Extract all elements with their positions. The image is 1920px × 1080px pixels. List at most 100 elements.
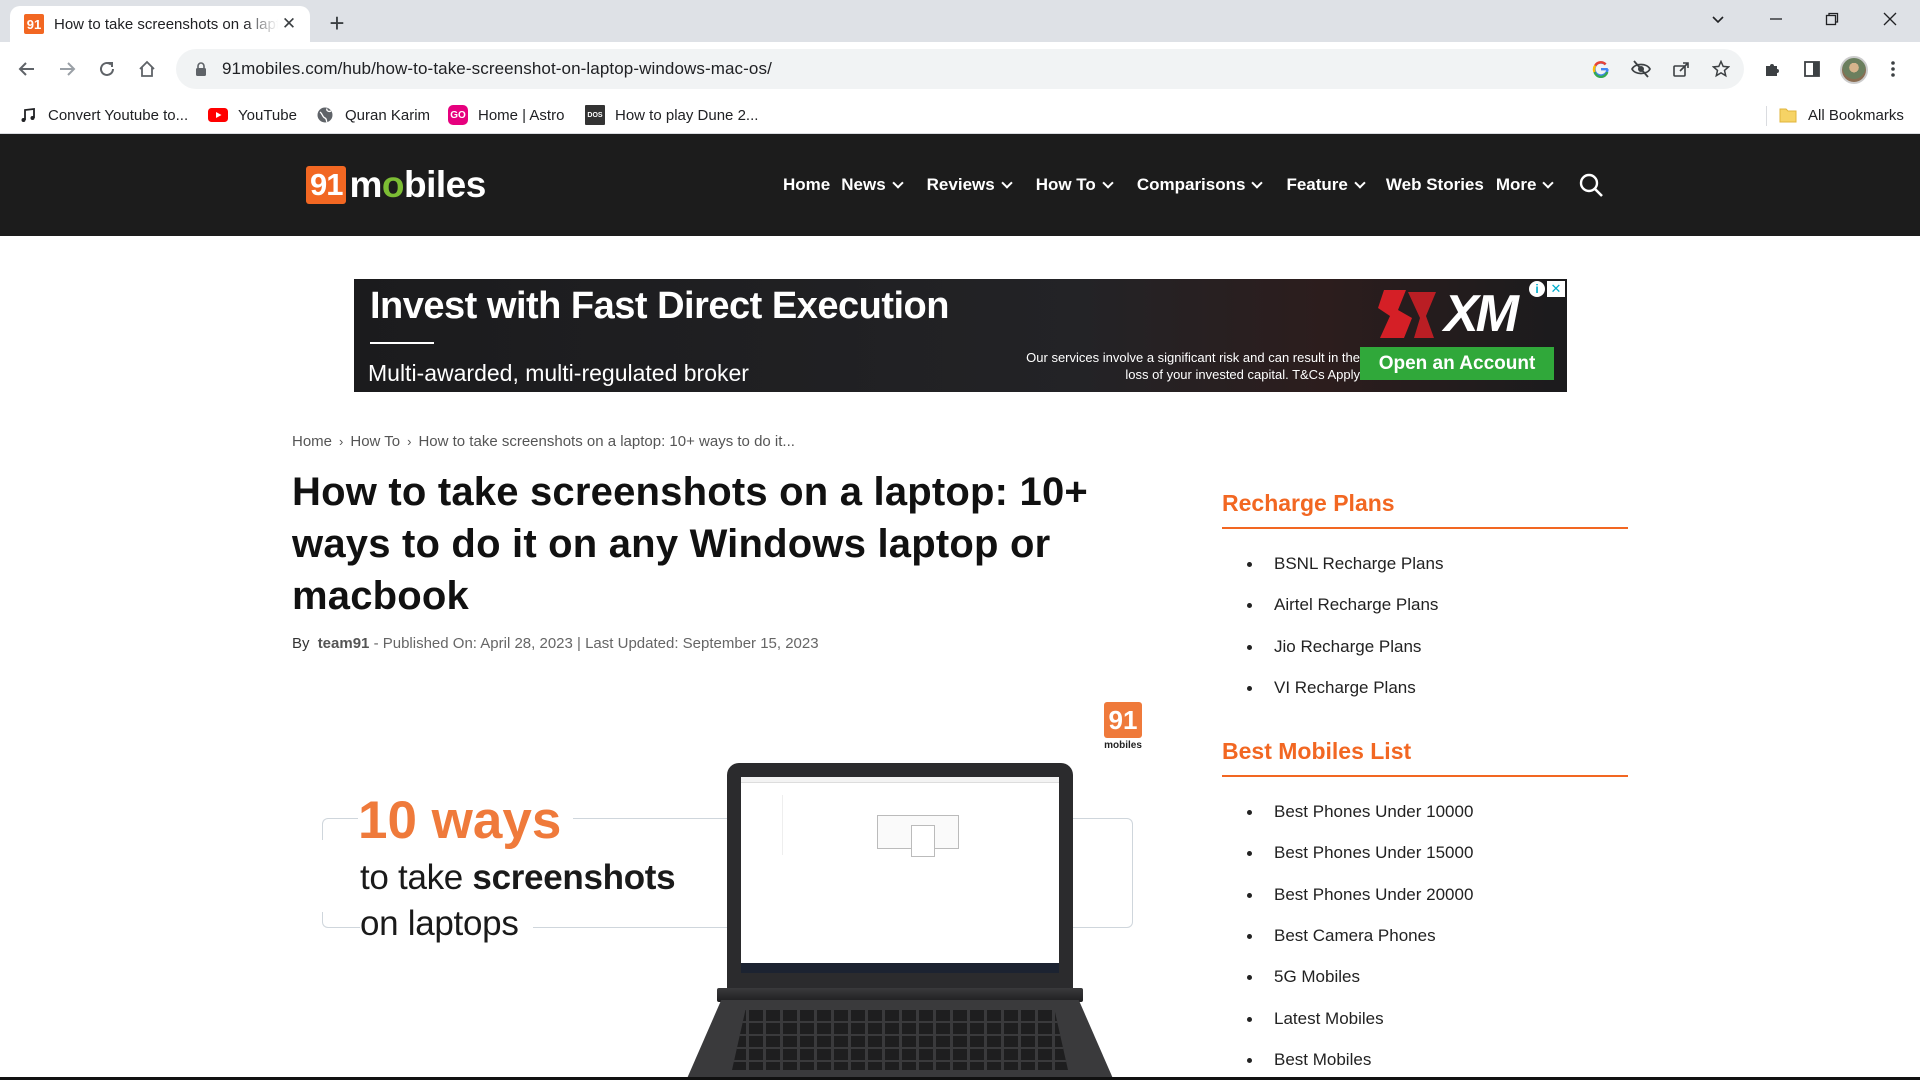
hero-subheading: to take screenshots <box>360 858 676 897</box>
hero-heading: 10 ways <box>358 790 574 851</box>
dos-icon: DOS <box>585 105 605 125</box>
bookmarks-separator <box>1766 106 1767 126</box>
ad-brand-logo: XM <box>1378 285 1519 343</box>
best-mobiles-heading: Best Mobiles List <box>1222 738 1628 778</box>
browser-tabstrip: 91 How to take screenshots on a laptop: … <box>0 0 1920 42</box>
eye-slash-icon[interactable] <box>1628 56 1654 82</box>
list-item[interactable]: Best Mobiles <box>1247 1049 1628 1080</box>
bookmarks-bar: Convert Youtube to... YouTube Quran Kari… <box>0 96 1920 134</box>
share-icon[interactable] <box>1668 56 1694 82</box>
nav-reviews[interactable]: Reviews <box>927 175 1013 195</box>
tab-search-icon[interactable] <box>1698 0 1738 38</box>
minimize-icon[interactable] <box>1756 0 1796 38</box>
list-item[interactable]: Best Phones Under 15000 <box>1247 842 1628 883</box>
chevron-down-icon <box>1251 177 1264 189</box>
article-byline: By team91 - Published On: April 28, 2023… <box>292 635 819 652</box>
close-tab-icon[interactable]: ✕ <box>278 13 300 35</box>
list-item[interactable]: Best Phones Under 10000 <box>1247 801 1628 842</box>
list-item[interactable]: 5G Mobiles <box>1247 966 1628 1007</box>
lock-icon[interactable] <box>192 60 210 78</box>
google-lens-icon[interactable] <box>1588 56 1614 82</box>
astro-go-icon: GO <box>448 105 468 125</box>
browser-tab-active[interactable]: 91 How to take screenshots on a laptop: … <box>10 6 310 42</box>
youtube-icon <box>208 105 228 125</box>
side-panel-icon[interactable] <box>1797 54 1827 84</box>
xm-mark-icon <box>1378 290 1436 338</box>
breadcrumb-current: How to take screenshots on a laptop: 10+… <box>418 433 795 450</box>
author-link[interactable]: team91 <box>318 635 370 652</box>
recharge-plans-heading: Recharge Plans <box>1222 490 1628 529</box>
list-item[interactable]: BSNL Recharge Plans <box>1247 553 1628 594</box>
list-item[interactable]: Jio Recharge Plans <box>1247 636 1628 677</box>
chevron-down-icon <box>1001 177 1013 189</box>
list-item[interactable]: Airtel Recharge Plans <box>1247 594 1628 635</box>
forward-arrow-icon[interactable] <box>50 52 84 86</box>
nav-news[interactable]: News <box>841 175 904 195</box>
list-item[interactable]: Best Camera Phones <box>1247 925 1628 966</box>
profile-avatar[interactable] <box>1840 56 1868 84</box>
extensions-puzzle-icon[interactable] <box>1758 54 1788 84</box>
article-title: How to take screenshots on a laptop: 10+… <box>292 470 1088 618</box>
ad-headline: Invest with Fast Direct Execution <box>370 285 949 327</box>
laptop-illustration <box>727 763 1073 993</box>
all-bookmarks-button[interactable]: All Bookmarks <box>1778 104 1904 126</box>
list-item[interactable]: VI Recharge Plans <box>1247 677 1628 718</box>
nav-comparisons[interactable]: Comparisons <box>1137 175 1264 195</box>
site-favicon-icon: 91 <box>24 14 44 34</box>
ad-banner[interactable]: Invest with Fast Direct Execution Multi-… <box>354 279 1567 392</box>
site-logo[interactable]: 91 mobiles <box>306 164 486 206</box>
sidebar: Recharge Plans BSNL Recharge Plans Airte… <box>1222 490 1628 1080</box>
ad-disclaimer: Our services involve a significant risk … <box>1026 350 1360 382</box>
hero-subheading-2: on laptops <box>360 904 533 944</box>
chevron-down-icon <box>1542 177 1555 189</box>
breadcrumb: Home › How To › How to take screenshots … <box>292 433 795 450</box>
bookmark-convert-youtube[interactable]: Convert Youtube to... <box>18 104 188 126</box>
laptop-screen <box>741 777 1059 973</box>
site-header: 91 mobiles Home News Reviews How To Comp… <box>0 134 1920 236</box>
best-mobiles-list: Best Phones Under 10000 Best Phones Unde… <box>1222 777 1628 1080</box>
music-note-icon <box>18 105 38 125</box>
kebab-menu-icon[interactable] <box>1878 54 1908 84</box>
bookmark-youtube[interactable]: YouTube <box>208 104 297 126</box>
nav-how-to[interactable]: How To <box>1036 175 1114 195</box>
tab-title: How to take screenshots on a laptop: 10+… <box>54 15 278 33</box>
address-bar[interactable]: 91mobiles.com/hub/how-to-take-screenshot… <box>176 49 1744 89</box>
chevron-down-icon <box>1102 177 1114 189</box>
chevron-down-icon <box>891 177 904 189</box>
chevron-right-icon: › <box>339 434 344 449</box>
reload-icon[interactable] <box>90 52 124 86</box>
ad-subline: Multi-awarded, multi-regulated broker <box>368 360 749 386</box>
close-window-icon[interactable] <box>1870 0 1910 38</box>
url-text[interactable]: 91mobiles.com/hub/how-to-take-screenshot… <box>222 59 772 79</box>
back-arrow-icon[interactable] <box>10 52 44 86</box>
bookmark-star-icon[interactable] <box>1708 56 1734 82</box>
globe-icon <box>315 105 335 125</box>
breadcrumb-home[interactable]: Home <box>292 433 332 450</box>
bookmark-dune-2[interactable]: DOS How to play Dune 2... <box>585 104 758 126</box>
ad-divider <box>370 342 434 344</box>
ad-close-icon[interactable]: ✕ <box>1547 281 1565 297</box>
nav-web-stories[interactable]: Web Stories <box>1386 175 1484 195</box>
chevron-right-icon: › <box>407 434 412 449</box>
restore-icon[interactable] <box>1812 0 1852 38</box>
bookmark-quran-karim[interactable]: Quran Karim <box>315 104 430 126</box>
browser-toolbar: 91mobiles.com/hub/how-to-take-screenshot… <box>0 42 1920 96</box>
new-tab-button[interactable]: + <box>322 8 352 38</box>
article-dates: - Published On: April 28, 2023 | Last Up… <box>373 635 819 652</box>
chevron-down-icon <box>1354 177 1366 189</box>
home-icon[interactable] <box>130 52 164 86</box>
ad-info-icon[interactable]: i <box>1529 281 1545 297</box>
nav-home[interactable]: Home <box>783 175 830 195</box>
search-icon[interactable] <box>1578 172 1604 198</box>
main-navigation: Home News Reviews How To Comparisons Fea… <box>783 170 1555 200</box>
hero-image: 10 ways to take screenshots on laptops 9… <box>292 690 1148 1080</box>
nav-more[interactable]: More <box>1496 175 1555 195</box>
nav-feature[interactable]: Feature <box>1286 175 1366 195</box>
ad-open-account-button[interactable]: Open an Account <box>1360 347 1554 380</box>
bookmark-home-astro[interactable]: GO Home | Astro <box>448 104 564 126</box>
folder-icon <box>1778 105 1798 125</box>
hero-brand-badge: 91 mobiles <box>1104 702 1142 754</box>
breadcrumb-how-to[interactable]: How To <box>350 433 400 450</box>
list-item[interactable]: Best Phones Under 20000 <box>1247 884 1628 925</box>
list-item[interactable]: Latest Mobiles <box>1247 1008 1628 1049</box>
